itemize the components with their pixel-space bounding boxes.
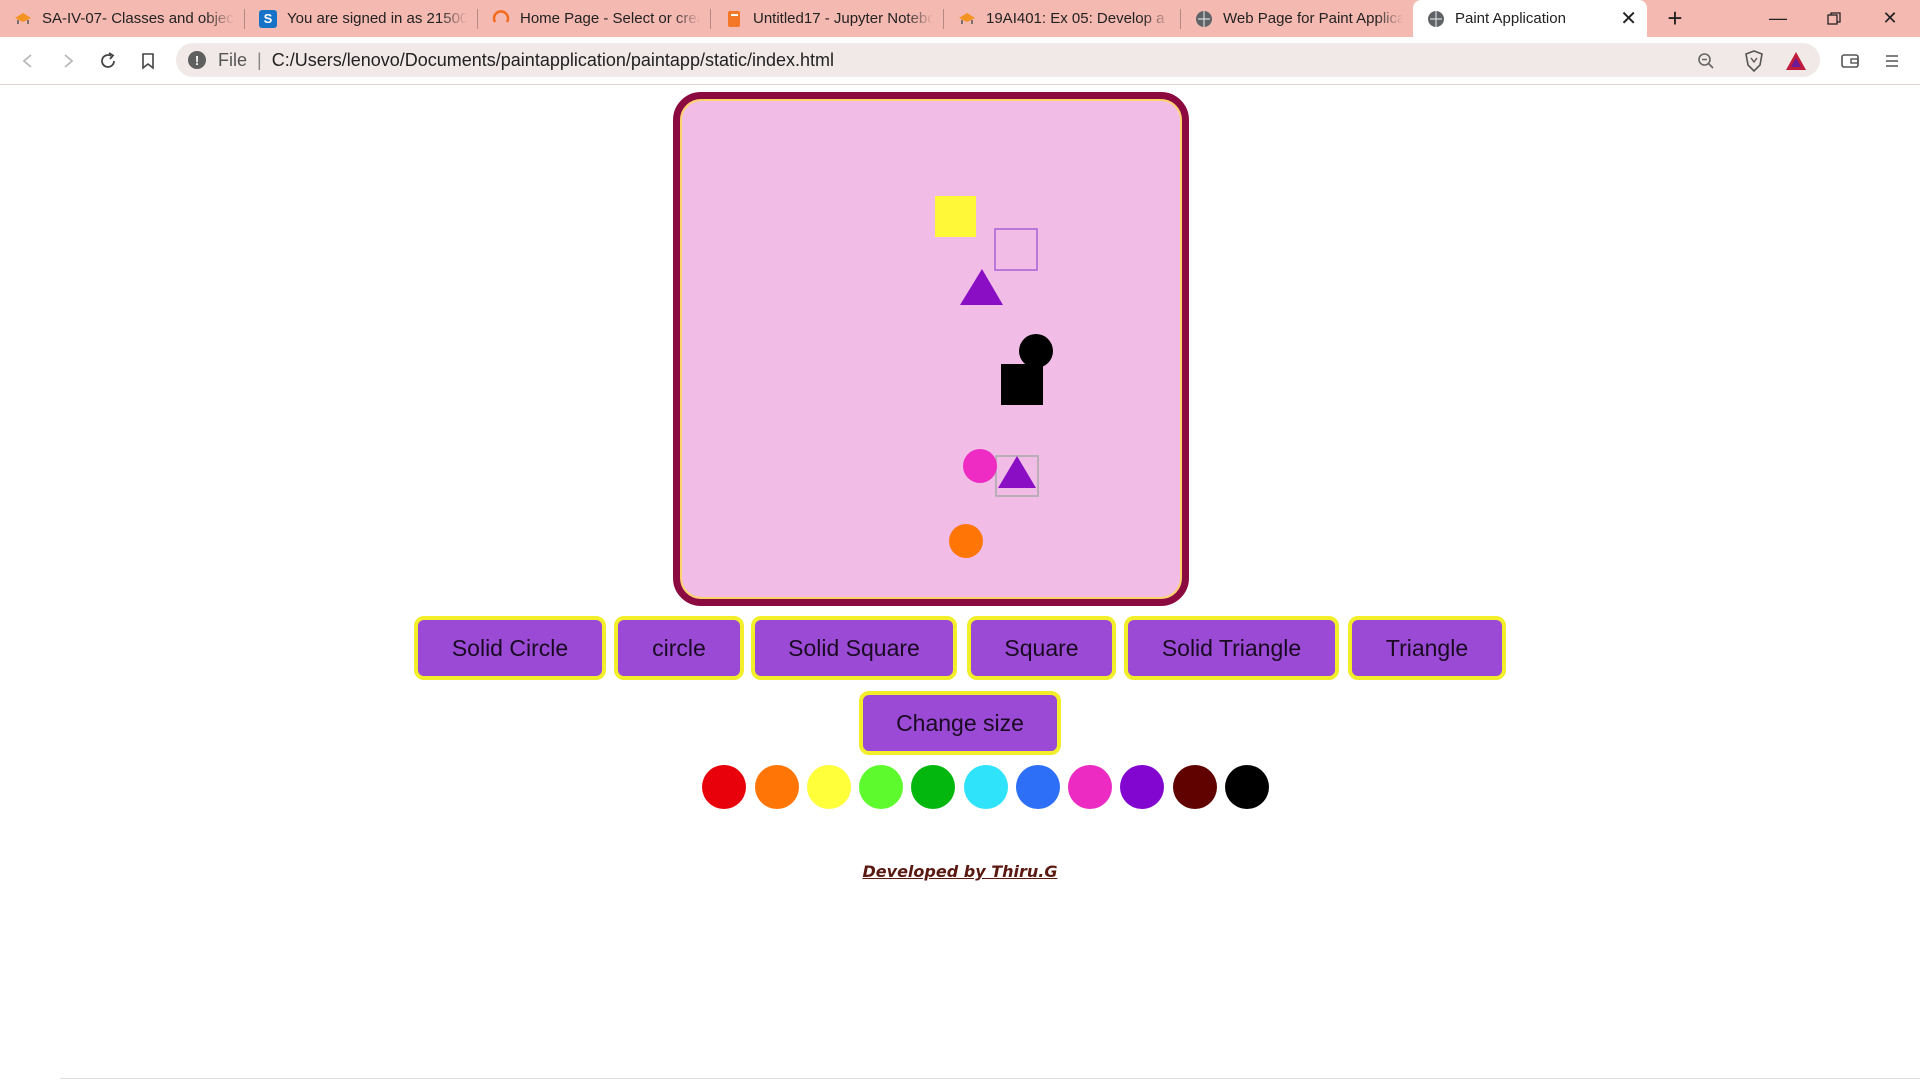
restore-icon[interactable] — [1806, 0, 1862, 37]
tab-title: Web Page for Paint Applicati — [1223, 10, 1403, 27]
color-swatch-purple[interactable] — [1120, 765, 1164, 809]
tab-5[interactable]: 19AI401: Ex 05: Develop a w — [944, 0, 1180, 37]
color-swatch-green[interactable] — [911, 765, 955, 809]
zoom-icon[interactable] — [1692, 47, 1720, 75]
browser-tab-strip: SA-IV-07- Classes and object S You are s… — [0, 0, 1920, 37]
tab-4[interactable]: Untitled17 - Jupyter Notebo — [711, 0, 943, 37]
color-swatch-red[interactable] — [702, 765, 746, 809]
solid-square-black — [1001, 364, 1043, 405]
tab-title: SA-IV-07- Classes and object — [42, 10, 234, 27]
url-divider: | — [257, 49, 262, 70]
globe-icon — [1427, 10, 1445, 28]
tab-title: 19AI401: Ex 05: Develop a w — [986, 10, 1170, 27]
back-icon[interactable] — [14, 47, 42, 75]
reload-icon[interactable] — [94, 47, 122, 75]
url-scheme: File — [218, 49, 248, 70]
shape-button-row: Solid Circle circle Solid Square Square … — [0, 616, 1920, 682]
close-tab-icon[interactable]: ✕ — [1620, 6, 1637, 31]
s-logo-icon: S — [259, 9, 277, 28]
color-swatch-pink[interactable] — [1068, 765, 1112, 809]
canvas-drawing — [935, 196, 1053, 558]
tab-2[interactable]: S You are signed in as 215004 — [245, 0, 477, 37]
bookmark-icon[interactable] — [134, 47, 162, 75]
circle-button[interactable]: circle — [614, 616, 744, 680]
solid-triangle-button[interactable]: Solid Triangle — [1124, 616, 1339, 680]
tab-title: You are signed in as 215004 — [287, 10, 467, 27]
solid-square-button[interactable]: Solid Square — [751, 616, 957, 680]
solid-triangle-purple — [960, 269, 1003, 305]
drawing-canvas[interactable] — [673, 92, 1189, 606]
triangle-button[interactable]: Triangle — [1348, 616, 1506, 680]
color-swatch-black[interactable] — [1225, 765, 1269, 809]
footer-credit: Developed by Thiru.G — [862, 862, 1058, 881]
solid-circle-orange — [949, 524, 983, 558]
solid-triangle-purple-2 — [998, 456, 1036, 488]
wallet-icon[interactable] — [1836, 47, 1864, 75]
solid-square-yellow — [935, 196, 976, 237]
tab-title: Paint Application — [1455, 10, 1566, 27]
moodle-hat-icon — [14, 10, 32, 28]
color-swatch-blue[interactable] — [1016, 765, 1060, 809]
moodle-hat-icon — [958, 10, 976, 28]
change-size-button[interactable]: Change size — [859, 691, 1061, 755]
color-swatch-light-green[interactable] — [859, 765, 903, 809]
info-icon[interactable]: ! — [188, 51, 206, 69]
tab-3[interactable]: Home Page - Select or create — [478, 0, 710, 37]
tab-1[interactable]: SA-IV-07- Classes and object — [0, 0, 244, 37]
browser-toolbar: ! File | C:/Users/lenovo/Documents/paint… — [0, 37, 1920, 85]
globe-icon — [1195, 10, 1213, 28]
ring-logo-icon — [492, 9, 510, 28]
tab-6[interactable]: Web Page for Paint Applicati — [1181, 0, 1413, 37]
color-swatch-orange[interactable] — [755, 765, 799, 809]
brave-shield-icon[interactable] — [1740, 47, 1768, 75]
tab-title: Home Page - Select or create — [520, 10, 700, 27]
minimize-icon[interactable]: — — [1750, 0, 1806, 37]
forward-icon[interactable] — [54, 47, 82, 75]
url-text[interactable]: C:/Users/lenovo/Documents/paintapplicati… — [272, 50, 834, 71]
square-button[interactable]: Square — [967, 616, 1116, 680]
square-outline-purple — [994, 228, 1038, 271]
tab-title: Untitled17 - Jupyter Notebo — [753, 10, 933, 27]
new-tab-icon[interactable]: + — [1660, 4, 1690, 34]
color-swatch-cyan[interactable] — [964, 765, 1008, 809]
page-divider — [60, 1078, 1920, 1079]
address-bar[interactable]: ! File | C:/Users/lenovo/Documents/paint… — [176, 43, 1820, 77]
notebook-icon — [725, 10, 743, 28]
menu-icon[interactable] — [1878, 47, 1906, 75]
color-swatch-yellow[interactable] — [807, 765, 851, 809]
brave-rewards-icon[interactable] — [1782, 47, 1810, 75]
color-swatch-maroon[interactable] — [1173, 765, 1217, 809]
solid-circle-button[interactable]: Solid Circle — [414, 616, 606, 680]
solid-circle-black — [1019, 334, 1053, 368]
tab-active[interactable]: Paint Application ✕ — [1413, 0, 1647, 37]
solid-circle-pink — [963, 449, 997, 483]
close-window-icon[interactable]: ✕ — [1862, 0, 1918, 37]
